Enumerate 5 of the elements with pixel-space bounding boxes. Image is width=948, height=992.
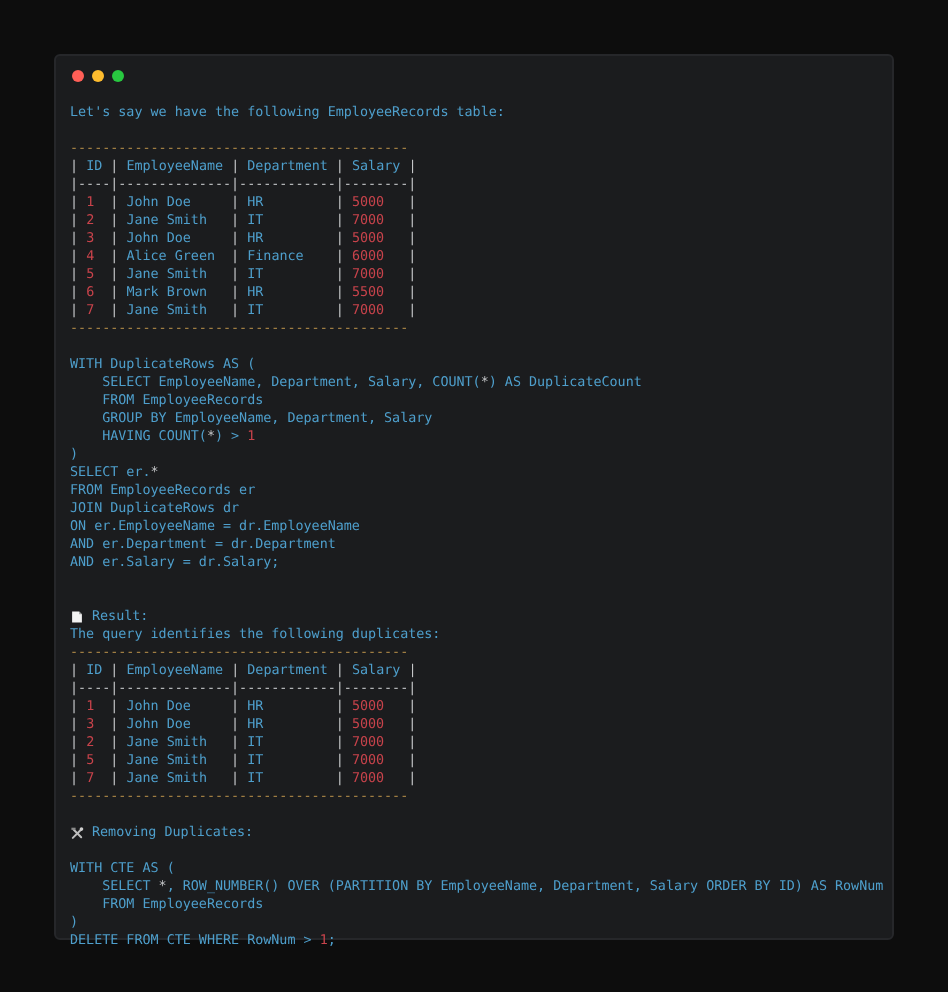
hammer-wrench-icon (70, 826, 84, 840)
window-control-dot[interactable] (72, 70, 84, 82)
window-control-dot[interactable] (92, 70, 104, 82)
window-control-dot[interactable] (112, 70, 124, 82)
note-icon (70, 610, 84, 624)
